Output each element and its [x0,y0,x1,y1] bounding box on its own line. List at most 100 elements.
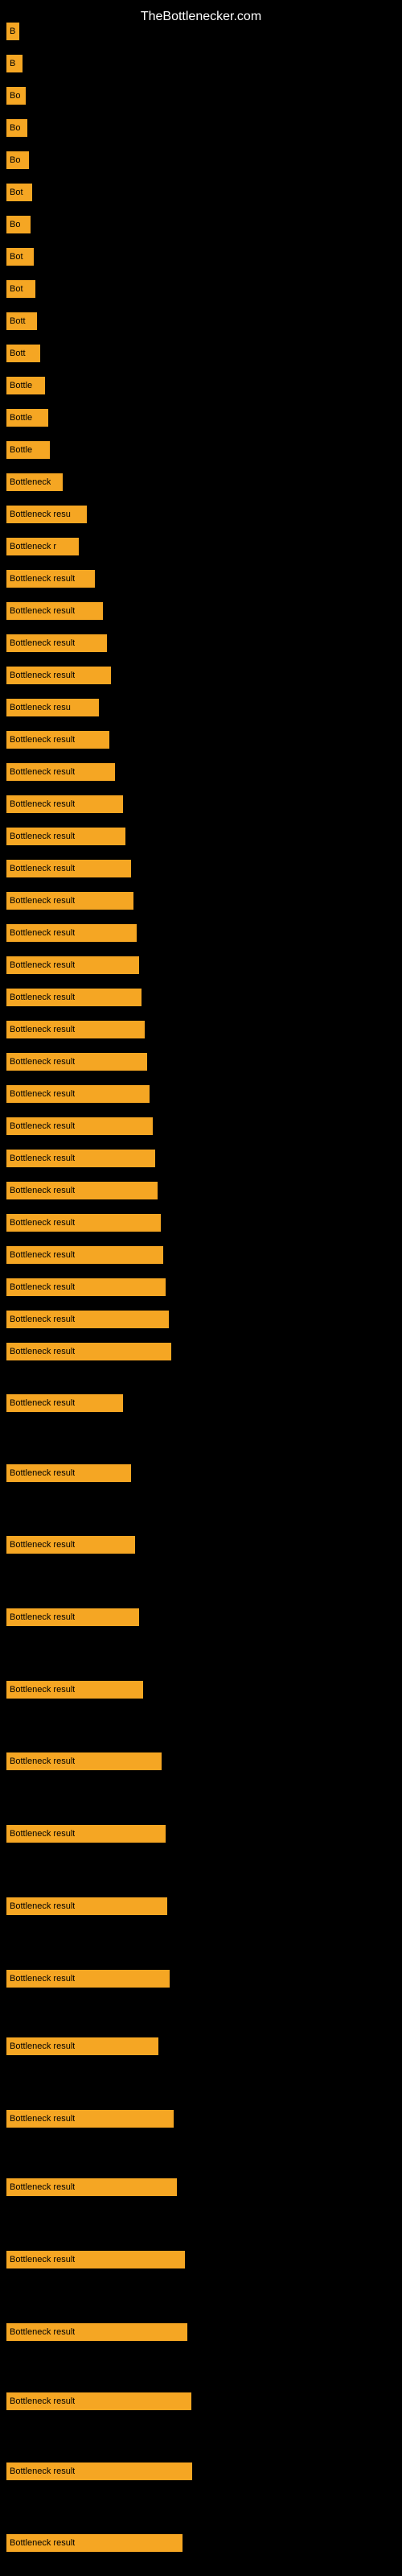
bar-label: Bottleneck resu [10,703,71,712]
bar-label: Bottleneck result [10,2255,75,2264]
bar-item: Bottleneck result [6,2392,191,2410]
bar-label: Bottleneck result [10,735,75,745]
bar-label: Bottleneck result [10,2396,75,2406]
bar-item: Bottleneck result [6,956,139,974]
bar-label: Bottleneck result [10,1025,75,1034]
bar-label: Bottleneck resu [10,510,71,519]
bar-item: Bo [6,119,27,137]
bar-label: Bottleneck result [10,606,75,616]
bar-label: Bottleneck result [10,2538,75,2548]
bar-label: Bottle [10,381,32,390]
bar-item: Bottleneck resu [6,506,87,523]
bar-item: B [6,55,23,72]
bar-item: Bottleneck [6,473,63,491]
bar-item: Bottleneck result [6,1182,158,1199]
bar-item: Bottleneck result [6,2534,183,2552]
bar-label: Bottleneck result [10,1154,75,1163]
bar-label: Bott [10,316,26,326]
bar-label: Bot [10,188,23,197]
bar-label: Bottle [10,445,32,455]
bar-item: Bottle [6,377,45,394]
bar-label: Bot [10,252,23,262]
bar-item: Bottleneck result [6,1343,171,1360]
bar-label: Bo [10,123,20,133]
bar-label: Bottleneck result [10,1186,75,1195]
bar-item: Bottleneck result [6,1897,167,1915]
bar-label: Bottleneck result [10,1398,75,1408]
bar-item: Bottleneck result [6,1394,123,1412]
bar-item: Bottleneck result [6,1246,163,1264]
bar-item: Bottleneck result [6,2462,192,2480]
bar-item: B [6,23,19,40]
bar-item: Bottleneck result [6,667,111,684]
bar-item: Bottleneck result [6,1752,162,1770]
bar-label: Bottleneck result [10,2327,75,2337]
bar-label: Bottleneck [10,477,51,487]
bar-label: Bottleneck result [10,1612,75,1622]
bar-label: Bottleneck result [10,832,75,841]
bar-item: Bottleneck result [6,1464,131,1482]
bar-label: Bottleneck result [10,1250,75,1260]
bar-label: Bottleneck result [10,1468,75,1478]
bar-item: Bottleneck r [6,538,79,555]
bar-label: Bottleneck result [10,1974,75,1984]
bar-label: Bottleneck result [10,864,75,873]
bar-label: Bottleneck result [10,1057,75,1067]
bar-label: Bottleneck result [10,1685,75,1695]
bar-item: Bottleneck result [6,731,109,749]
bar-label: Bottleneck result [10,960,75,970]
bar-item: Bot [6,280,35,298]
bar-item: Bottleneck result [6,1825,166,1843]
bar-label: Bottleneck result [10,671,75,680]
bar-item: Bo [6,216,31,233]
bar-item: Bo [6,151,29,169]
bar-item: Bottleneck result [6,924,137,942]
bar-item: Bottleneck result [6,1085,150,1103]
bar-item: Bot [6,248,34,266]
bar-item: Bottleneck result [6,1053,147,1071]
bar-item: Bottleneck result [6,2110,174,2128]
bar-item: Bottleneck result [6,602,103,620]
bar-label: Bottleneck result [10,896,75,906]
bar-item: Bottleneck result [6,2037,158,2055]
bar-item: Bottleneck result [6,2251,185,2268]
bar-label: Bottleneck result [10,1829,75,1839]
bar-label: Bot [10,284,23,294]
bar-item: Bottleneck result [6,570,95,588]
bar-label: Bottleneck result [10,1757,75,1766]
bar-label: Bottleneck result [10,1347,75,1356]
bar-label: Bottleneck result [10,2182,75,2192]
bar-label: Bottleneck result [10,2467,75,2476]
bar-item: Bottleneck result [6,1278,166,1296]
bar-label: Bo [10,220,20,229]
bar-item: Bottleneck result [6,860,131,877]
bar-label: Bottleneck result [10,638,75,648]
bar-item: Bottleneck resu [6,699,99,716]
bar-item: Bottleneck result [6,763,115,781]
bar-label: Bottleneck result [10,799,75,809]
bar-item: Bottleneck result [6,1608,139,1626]
bar-label: B [10,59,15,68]
bar-item: Bottleneck result [6,1150,155,1167]
bar-item: Bottleneck result [6,634,107,652]
site-title: TheBottlenecker.com [0,3,402,31]
bar-label: Bottleneck result [10,1315,75,1324]
bar-label: Bott [10,349,26,358]
bar-label: Bo [10,91,20,101]
bar-item: Bott [6,345,40,362]
bar-item: Bottleneck result [6,1970,170,1988]
bar-label: Bottleneck result [10,1901,75,1911]
bar-label: Bottleneck result [10,1089,75,1099]
bar-label: Bottle [10,413,32,423]
bar-label: Bottleneck result [10,2114,75,2124]
bar-label: Bottleneck result [10,1218,75,1228]
bar-item: Bottleneck result [6,795,123,813]
bar-item: Bottleneck result [6,1681,143,1699]
bar-item: Bottleneck result [6,828,125,845]
bar-label: Bottleneck result [10,2041,75,2051]
bar-label: Bottleneck result [10,574,75,584]
bar-item: Bottleneck result [6,2323,187,2341]
bar-label: Bottleneck result [10,1282,75,1292]
bar-item: Bottleneck result [6,2178,177,2196]
bar-item: Bottleneck result [6,1311,169,1328]
